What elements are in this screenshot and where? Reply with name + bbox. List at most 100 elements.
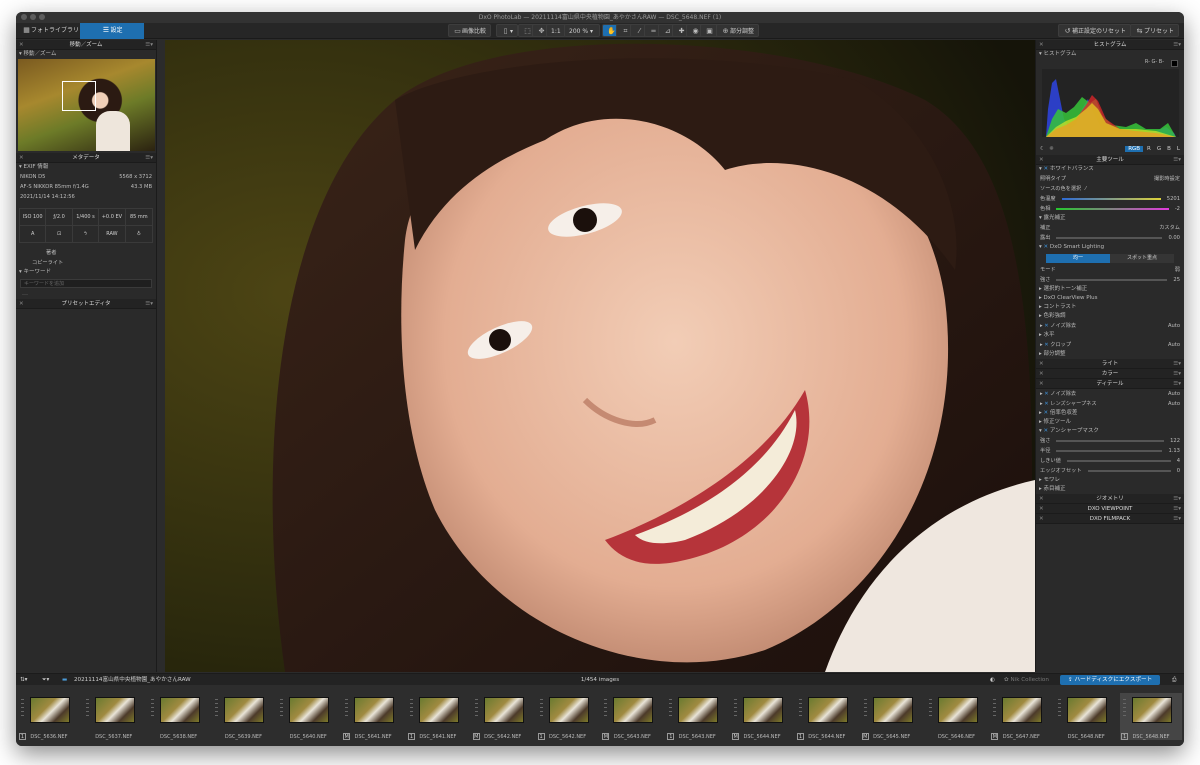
us-radius-slider[interactable] xyxy=(1056,450,1163,452)
us-threshold-slider[interactable] xyxy=(1066,460,1171,462)
menu-icon[interactable]: ☰▾ xyxy=(1173,40,1181,50)
enable-icon[interactable]: ✕ xyxy=(1044,244,1049,250)
us-radius-row[interactable]: 半径 1.13 xyxy=(1036,446,1184,456)
keyword-sub-header[interactable]: ▾ キーワード xyxy=(16,268,156,277)
enable-icon[interactable]: ✕ xyxy=(1044,410,1049,416)
us-strength-row[interactable]: 強さ 122 xyxy=(1036,436,1184,446)
tab-photo-library[interactable]: ▦フォトライブラリ xyxy=(16,23,85,39)
crop-header[interactable]: ▸ ✕ クロップ Auto xyxy=(1036,340,1184,350)
reset-button[interactable]: ↺ 補正設定のリセット xyxy=(1058,24,1132,37)
copyright-row[interactable]: コピーライト xyxy=(16,258,156,268)
window-controls[interactable] xyxy=(21,14,45,20)
light-palette-header[interactable]: ✕ ライト ☰▾ xyxy=(1036,359,1184,369)
contrast-header[interactable]: ▸ コントラスト xyxy=(1036,303,1184,312)
color-accent-header[interactable]: ▸ 色彩強調 xyxy=(1036,312,1184,321)
export-button[interactable]: ⇪ ハードディスクにエクスポート xyxy=(1060,675,1161,685)
d-noise-header[interactable]: ▸ ✕ ノイズ除去 Auto xyxy=(1036,389,1184,399)
wb-header[interactable]: ▾ ✕ ホワイトバランス xyxy=(1036,165,1184,174)
menu-icon[interactable]: ☰▾ xyxy=(1173,514,1181,524)
filmstrip-thumbnail[interactable]: DSC_5637.NEF xyxy=(83,693,145,740)
enable-icon[interactable]: ✕ xyxy=(1044,166,1049,172)
filmstrip-thumbnail[interactable]: M DSC_5647.NEF xyxy=(990,693,1052,740)
histogram-sub-header[interactable]: ▾ ヒストグラム xyxy=(1036,50,1184,59)
one-to-one-button[interactable]: 1:1 xyxy=(546,24,566,37)
close-icon[interactable]: ✕ xyxy=(19,299,24,309)
highlight-clip-icon[interactable]: ☼ xyxy=(1049,146,1054,152)
sl-mode-row[interactable]: モード弱 xyxy=(1036,265,1184,275)
zoom-dot[interactable] xyxy=(39,14,45,20)
filmstrip-thumbnail[interactable]: 1 DSC_5636.NEF xyxy=(18,693,80,740)
navigator-thumbnail[interactable] xyxy=(18,59,155,151)
repair-header[interactable]: ▸ 修正ツール xyxy=(1036,418,1184,427)
filmstrip-thumbnail[interactable]: DSC_5638.NEF xyxy=(148,693,210,740)
viewpoint-palette-header[interactable]: ✕ DXO VIEWPOINT ☰▾ xyxy=(1036,504,1184,514)
menu-icon[interactable]: ☰▾ xyxy=(1173,494,1181,504)
wb-picker-row[interactable]: ソースの色を選択 ⁄ xyxy=(1036,184,1184,194)
red-eye-header[interactable]: ▸ 赤目補正 xyxy=(1036,485,1184,494)
menu-icon[interactable]: ☰▾ xyxy=(1173,504,1181,514)
filmstrip-thumbnail[interactable]: DSC_5639.NEF xyxy=(212,693,274,740)
enable-icon[interactable]: ✕ xyxy=(1044,323,1048,329)
unsharp-header[interactable]: ▾ ✕ アンシャープマスク xyxy=(1036,427,1184,436)
menu-icon[interactable]: ☰▾ xyxy=(1173,155,1181,165)
close-icon[interactable]: ✕ xyxy=(19,153,24,163)
keyword-input[interactable]: キーワードを追加 xyxy=(20,279,152,288)
noise-header[interactable]: ▸ ✕ ノイズ除去 Auto xyxy=(1036,321,1184,331)
rating-dots[interactable] xyxy=(474,699,478,719)
menu-icon[interactable]: ☰▾ xyxy=(145,153,153,163)
sl-strength-slider[interactable] xyxy=(1056,279,1168,281)
menu-icon[interactable]: ☰▾ xyxy=(1173,379,1181,389)
nav-sub-header[interactable]: ▾ 移動／ズーム xyxy=(16,50,156,59)
rating-dots[interactable] xyxy=(993,699,997,719)
preset-editor-header[interactable]: ✕ プリセットエディタ ☰▾ xyxy=(16,299,156,309)
detail-palette-header[interactable]: ✕ ディテール ☰▾ xyxy=(1036,379,1184,389)
exp-amount-row[interactable]: 露出 0.00 xyxy=(1036,233,1184,243)
close-icon[interactable]: ✕ xyxy=(1039,359,1044,369)
tone-header[interactable]: ▸ 選択的トーン補正 xyxy=(1036,285,1184,294)
us-strength-slider[interactable] xyxy=(1056,440,1165,442)
rating-dots[interactable] xyxy=(345,699,349,719)
filmstrip-thumbnail[interactable]: M DSC_5641.NEF xyxy=(342,693,404,740)
exif-sub-header[interactable]: ▾ EXIF 情報 xyxy=(16,163,156,172)
horizon-header[interactable]: ▸ 水平 xyxy=(1036,331,1184,340)
clearview-header[interactable]: ▸ DxO ClearView Plus xyxy=(1036,294,1184,303)
filmstrip-thumbnail[interactable]: M DSC_5645.NEF xyxy=(861,693,923,740)
moire-header[interactable]: ▸ モワレ xyxy=(1036,476,1184,485)
sl-strength-row[interactable]: 強さ 25 xyxy=(1036,275,1184,285)
us-edge-slider[interactable] xyxy=(1087,470,1171,472)
sl-spot-button[interactable]: スポット重点 xyxy=(1110,254,1174,263)
channel-rgb[interactable]: RGB xyxy=(1125,146,1144,152)
rating-dots[interactable] xyxy=(604,699,608,719)
filmstrip-thumbnail[interactable]: M DSC_5644.NEF xyxy=(731,693,793,740)
rating-dots[interactable] xyxy=(215,699,219,719)
tint-slider-row[interactable]: 色相 -2 xyxy=(1036,204,1184,214)
close-icon[interactable]: ✕ xyxy=(1039,379,1044,389)
main-tools-header[interactable]: ✕ 主要ツール ☰▾ xyxy=(1036,155,1184,165)
filmstrip-thumbnail[interactable]: 1 DSC_5648.NEF xyxy=(1120,693,1182,740)
enable-icon[interactable]: ✕ xyxy=(1044,391,1048,397)
close-icon[interactable]: ✕ xyxy=(1039,40,1044,50)
enable-icon[interactable]: ✕ xyxy=(1044,428,1049,434)
rating-dots[interactable] xyxy=(734,699,738,719)
channel-r[interactable]: R xyxy=(1147,146,1151,152)
close-icon[interactable]: ✕ xyxy=(1039,494,1044,504)
menu-icon[interactable]: ☰▾ xyxy=(145,299,153,309)
rating-dots[interactable] xyxy=(409,699,413,719)
close-icon[interactable]: ✕ xyxy=(1039,369,1044,379)
rating-dots[interactable] xyxy=(150,699,154,719)
local-adjust-header[interactable]: ▸ 部分調整 xyxy=(1036,350,1184,359)
histogram-header[interactable]: ✕ ヒストグラム ☰▾ xyxy=(1036,40,1184,50)
tab-customize[interactable]: ☰設定 xyxy=(80,23,144,39)
rating-dots[interactable] xyxy=(863,699,867,719)
compare-button[interactable]: ▭画像比較 xyxy=(448,24,492,37)
meta-panel-header[interactable]: ✕ メタデータ ☰▾ xyxy=(16,153,156,163)
nav-view-rect[interactable] xyxy=(62,81,96,111)
keyword-more[interactable]: … xyxy=(16,290,156,297)
close-icon[interactable]: ✕ xyxy=(1039,155,1044,165)
menu-icon[interactable]: ☰▾ xyxy=(1173,359,1181,369)
temp-slider[interactable] xyxy=(1061,198,1161,200)
enable-icon[interactable]: ✕ xyxy=(1044,401,1048,407)
us-threshold-row[interactable]: しきい値 4 xyxy=(1036,456,1184,466)
rating-dots[interactable] xyxy=(928,699,932,719)
rating-dots[interactable] xyxy=(1058,699,1062,719)
